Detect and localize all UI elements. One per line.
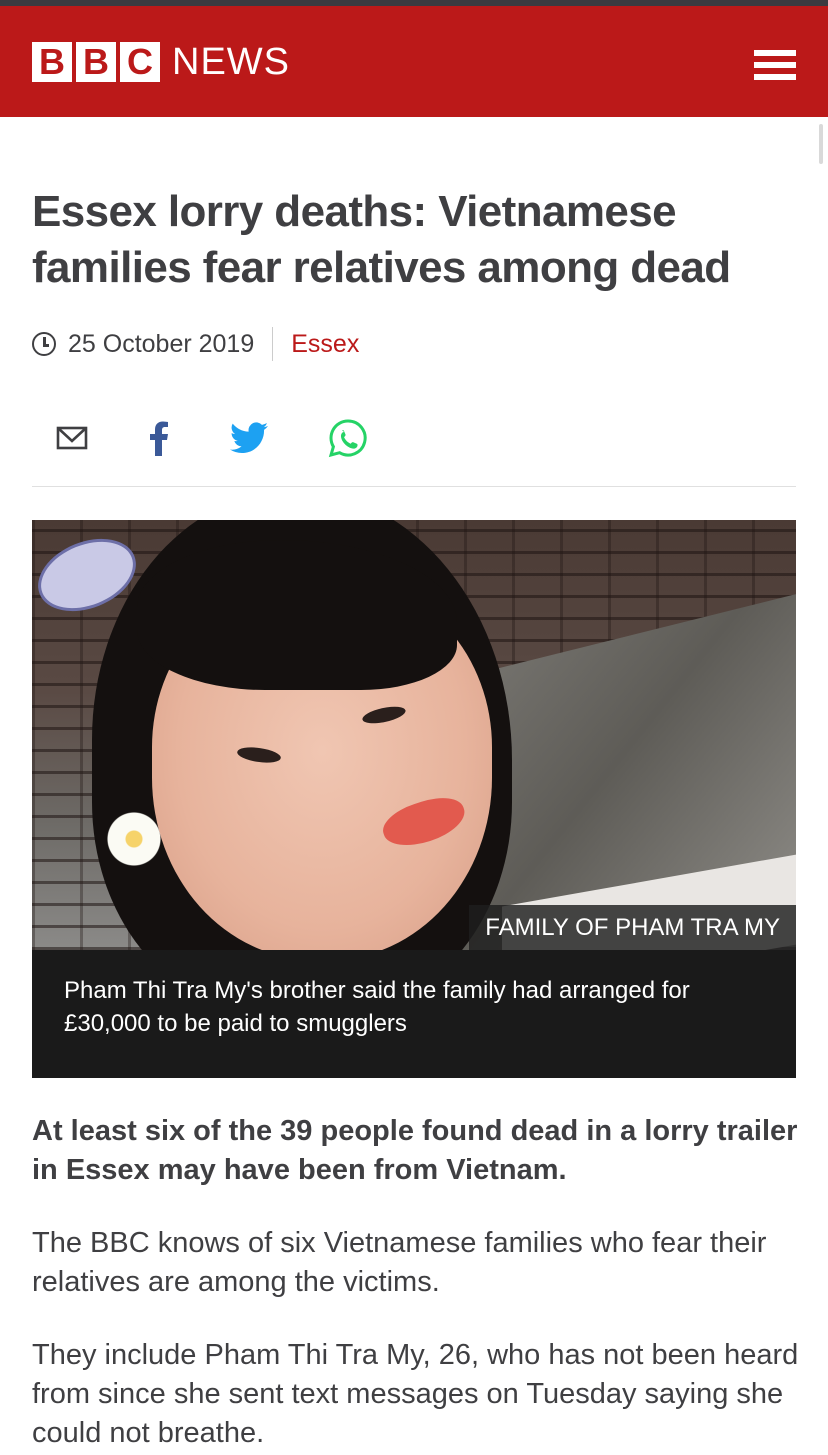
bbc-news-logo[interactable]: B B C NEWS [32, 42, 290, 82]
section-link[interactable]: Essex [291, 330, 359, 359]
image-caption: Pham Thi Tra My's brother said the famil… [64, 977, 690, 1037]
hamburger-menu-icon[interactable] [754, 50, 796, 84]
email-icon[interactable] [56, 425, 88, 451]
article-headline: Essex lorry deaths: Vietnamese families … [32, 187, 731, 292]
scrollbar[interactable] [819, 124, 823, 164]
site-header: B B C NEWS [0, 6, 828, 117]
logo-word-news: NEWS [172, 41, 290, 83]
twitter-icon[interactable] [230, 422, 268, 454]
logo-letter-b2: B [76, 42, 116, 82]
clock-icon [32, 332, 56, 356]
article-photo[interactable]: FAMILY OF PHAM TRA MY [32, 520, 796, 950]
article-meta: 25 October 2019 Essex [32, 326, 359, 362]
article-figure: FAMILY OF PHAM TRA MY Pham Thi Tra My's … [32, 520, 796, 1078]
logo-letter-b1: B [32, 42, 72, 82]
image-credit: FAMILY OF PHAM TRA MY [469, 905, 796, 950]
article-lead: At least six of the 39 people found dead… [32, 1115, 798, 1186]
article-paragraph: The BBC knows of six Vietnamese families… [32, 1227, 767, 1298]
whatsapp-icon[interactable] [328, 418, 368, 458]
share-bar [56, 416, 428, 460]
article-paragraph: They include Pham Thi Tra My, 26, who ha… [32, 1339, 799, 1449]
divider [32, 486, 796, 487]
meta-divider [272, 327, 274, 361]
article-date: 25 October 2019 [68, 329, 255, 358]
facebook-icon[interactable] [148, 420, 170, 456]
logo-letter-c: C [120, 42, 160, 82]
